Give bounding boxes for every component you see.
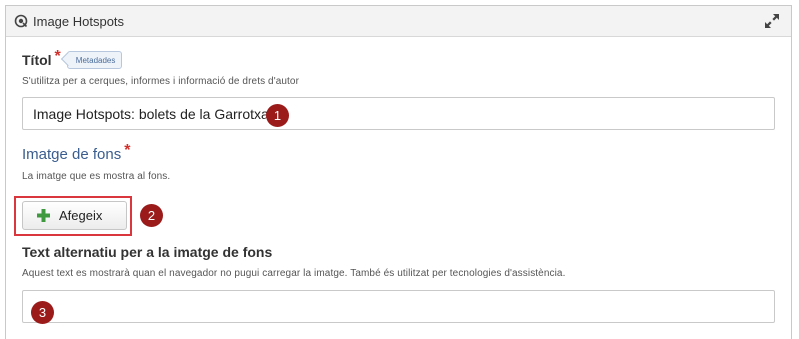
background-label-row: Imatge de fons *: [22, 142, 774, 163]
background-required-mark: *: [124, 142, 131, 159]
title-label-row: Títol * Metadades: [22, 48, 774, 69]
add-image-button-label: Afegeix: [59, 208, 103, 223]
plus-icon: [37, 209, 50, 222]
title-required-mark: *: [54, 48, 61, 65]
alt-text-description: Aquest text es mostrarà quan el navegado…: [22, 268, 566, 279]
alt-text-input[interactable]: [22, 290, 775, 323]
marker-1: 1: [266, 104, 289, 127]
add-image-button[interactable]: Afegeix: [22, 201, 127, 230]
marker-2: 2: [140, 204, 163, 227]
alt-text-label: Text alternatiu per a la imatge de fons: [22, 244, 273, 260]
panel-header: Image Hotspots: [6, 6, 791, 37]
panel-content: Títol * Metadades S'utilitza per a cerqu…: [6, 48, 791, 323]
panel-title: Image Hotspots: [33, 13, 125, 29]
alt-text-label-row: Text alternatiu per a la imatge de fons: [22, 244, 774, 260]
expand-arrows-icon[interactable]: [763, 12, 781, 30]
marker-3: 3: [31, 301, 54, 324]
title-input[interactable]: [22, 97, 775, 130]
background-image-description: La imatge que es mostra al fons.: [22, 171, 171, 182]
hotspot-icon: [14, 14, 28, 28]
title-description: S'utilitza per a cerques, informes i inf…: [22, 76, 300, 87]
metadata-tag-button[interactable]: Metadades: [66, 51, 123, 69]
image-hotspots-panel: Image Hotspots Títol * Metadades S'utili…: [5, 5, 792, 339]
metadata-tag-label: Metadades: [75, 55, 116, 65]
title-label: Títol: [22, 52, 52, 68]
panel-header-left: Image Hotspots: [14, 14, 124, 29]
background-image-label: Imatge de fons: [22, 145, 122, 163]
